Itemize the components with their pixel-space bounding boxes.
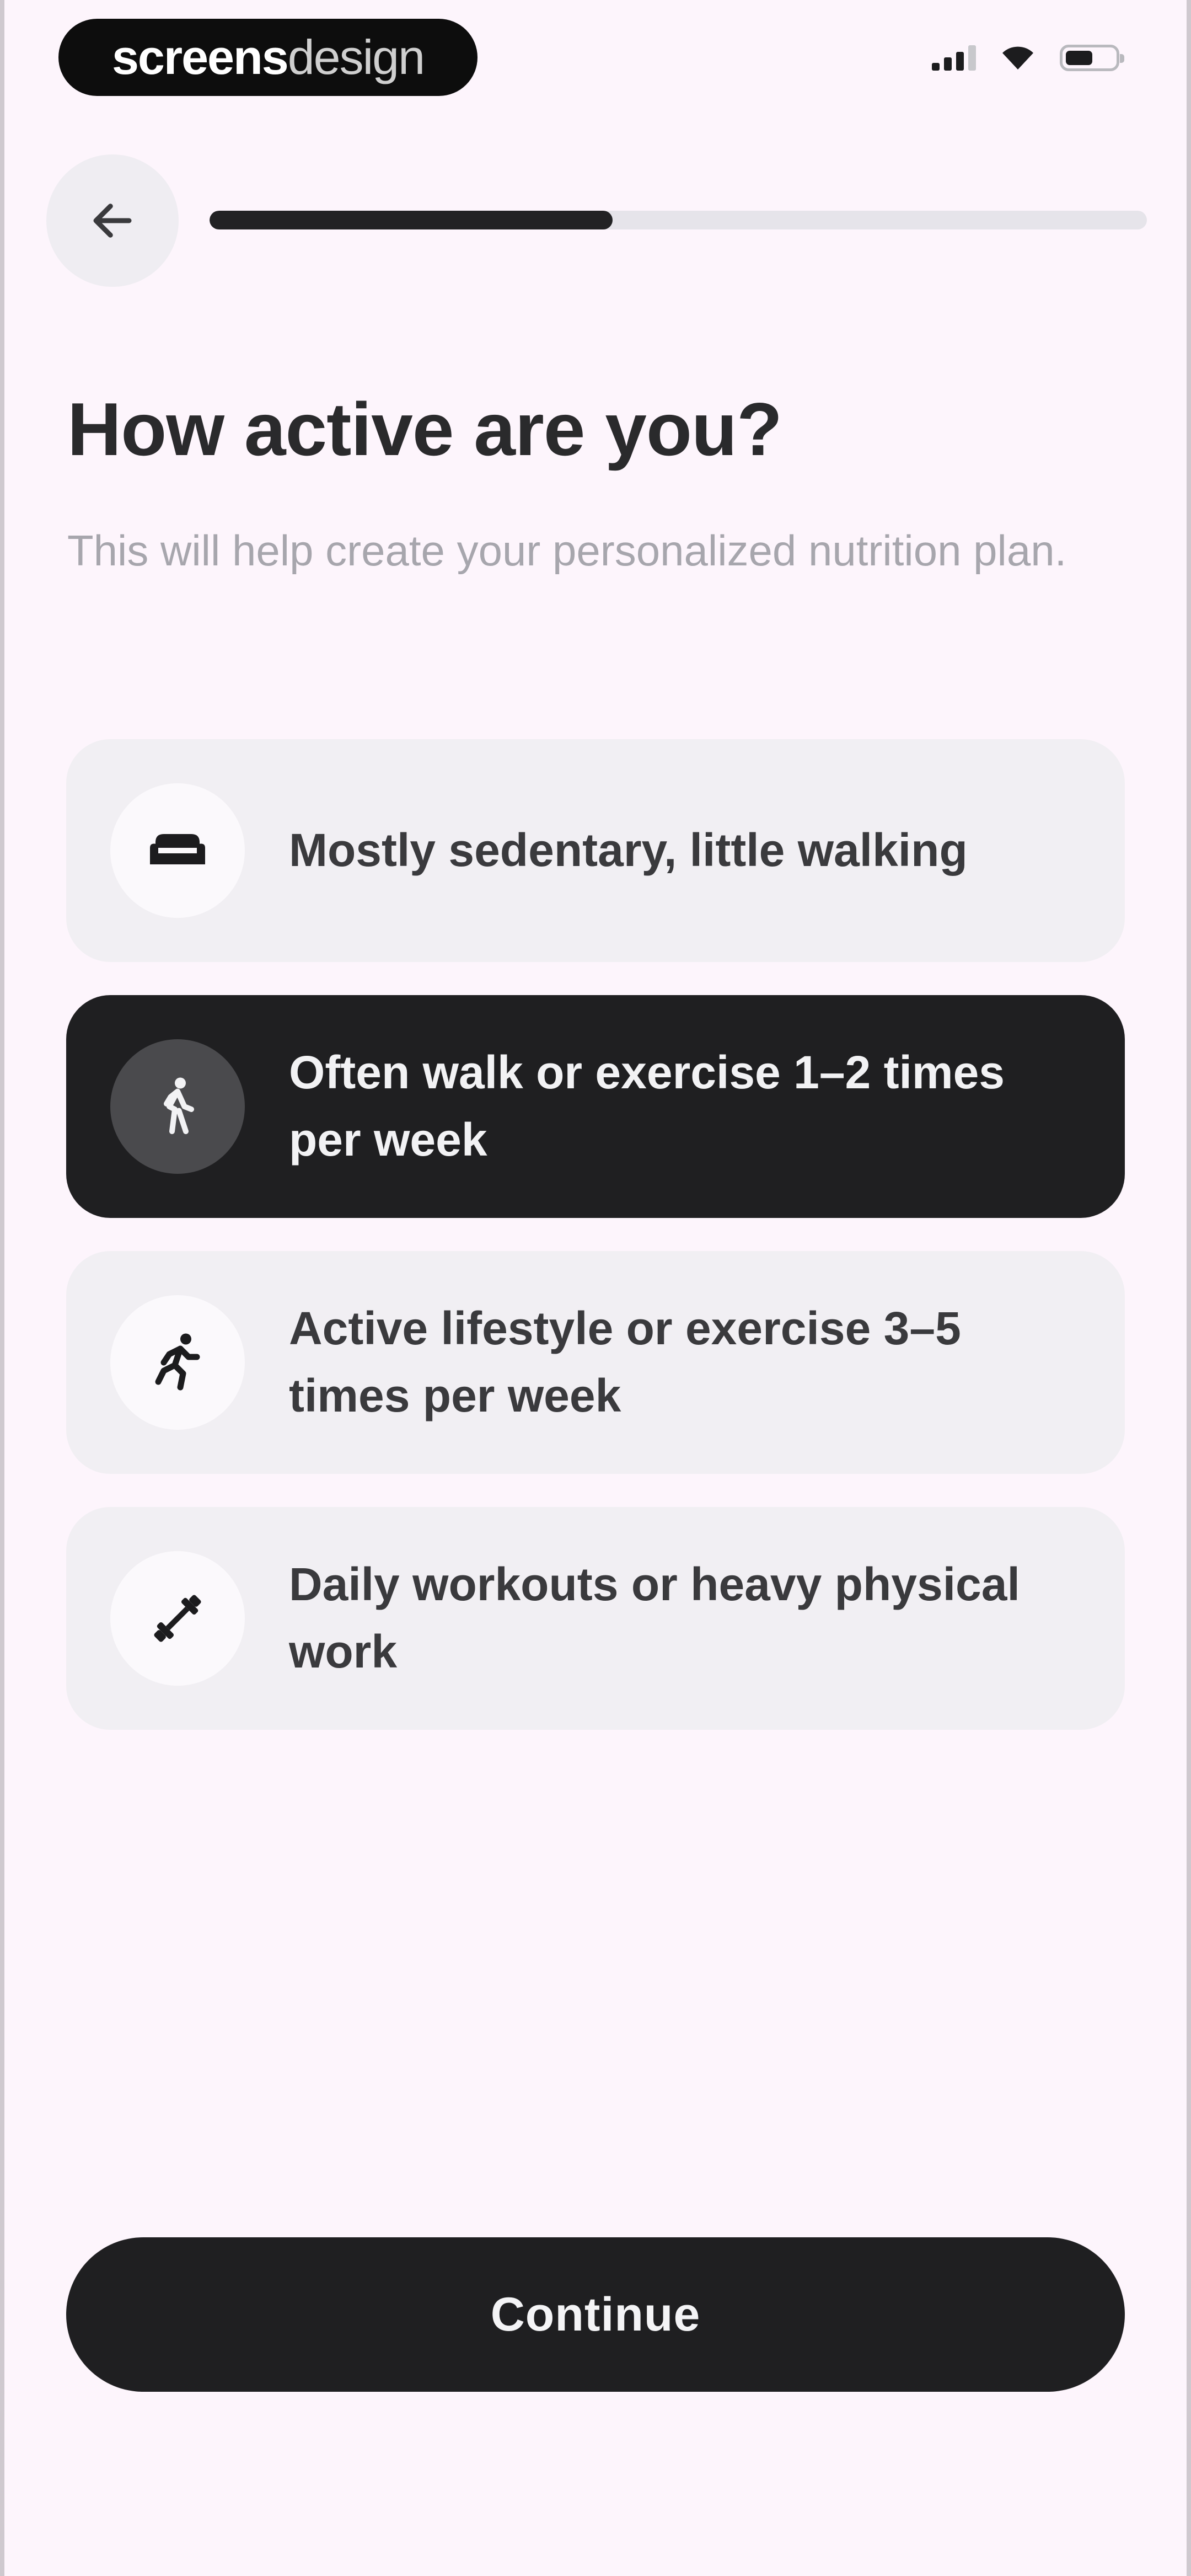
status-icons xyxy=(932,39,1124,77)
option-label: Daily workouts or heavy physical work xyxy=(289,1558,1020,1677)
option-icon-wrap xyxy=(110,1551,245,1686)
option-icon-wrap xyxy=(110,783,245,918)
arrow-left-icon xyxy=(93,204,132,238)
brand-logo: screens design xyxy=(58,19,478,96)
page-subtitle: This will help create your personalized … xyxy=(67,526,1067,575)
status-bar: screens design xyxy=(0,17,1191,99)
option-daily-workouts[interactable]: Daily workouts or heavy physical work xyxy=(66,1507,1125,1730)
device-edge-right xyxy=(1187,0,1191,2576)
page-title: How active are you? xyxy=(67,387,782,471)
running-icon xyxy=(155,1333,200,1391)
brand-logo-bold-text: screens xyxy=(111,30,289,84)
signal-icon xyxy=(932,45,976,71)
activity-options: Mostly sedentary, little walking Often w… xyxy=(66,739,1125,1763)
option-label: Mostly sedentary, little walking xyxy=(289,824,968,877)
option-icon-wrap xyxy=(110,1295,245,1430)
progress-bar-fill xyxy=(210,211,613,229)
option-sedentary[interactable]: Mostly sedentary, little walking xyxy=(66,739,1125,962)
walking-icon xyxy=(164,1077,194,1134)
wifi-icon xyxy=(1002,46,1033,70)
option-label: Often walk or exercise 1–2 times per wee… xyxy=(289,1046,1005,1166)
back-button[interactable] xyxy=(46,154,179,287)
option-icon-wrap xyxy=(110,1039,245,1174)
option-active-lifestyle[interactable]: Active lifestyle or exercise 3–5 times p… xyxy=(66,1251,1125,1474)
option-light-activity[interactable]: Often walk or exercise 1–2 times per wee… xyxy=(66,995,1125,1218)
dumbbell-icon xyxy=(154,1595,201,1642)
progress-bar xyxy=(210,211,1147,229)
battery-icon xyxy=(1060,45,1124,71)
option-label: Active lifestyle or exercise 3–5 times p… xyxy=(289,1302,961,1421)
device-edge-left xyxy=(0,0,4,2576)
continue-button[interactable]: Continue xyxy=(66,2237,1125,2392)
sofa-icon xyxy=(150,834,205,864)
brand-logo-light-text: design xyxy=(287,30,425,84)
